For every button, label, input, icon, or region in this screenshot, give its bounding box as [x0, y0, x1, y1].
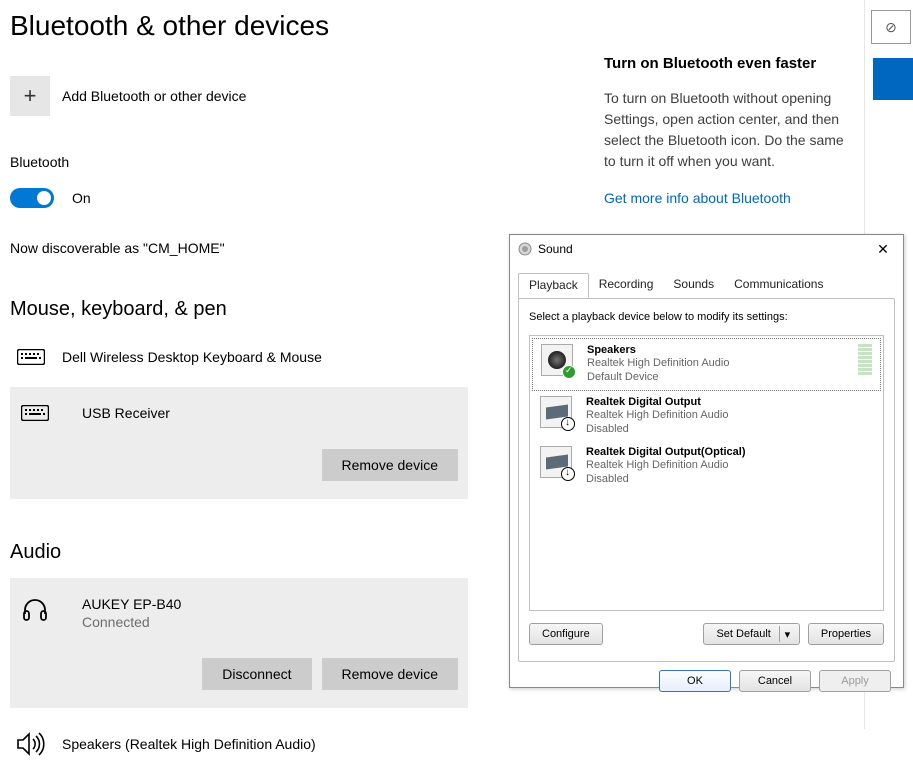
usb-receiver-card[interactable]: USB Receiver Remove device — [10, 387, 468, 499]
close-icon: ✕ — [877, 241, 889, 257]
pb-sub1: Realtek High Definition Audio — [586, 408, 728, 422]
remove-device-button[interactable]: Remove device — [322, 658, 459, 690]
toggle-label: On — [72, 190, 91, 206]
configure-button[interactable]: Configure — [529, 623, 603, 645]
device-name: Dell Wireless Desktop Keyboard & Mouse — [62, 349, 322, 365]
dialog-titlebar[interactable]: Sound ✕ — [510, 235, 903, 263]
keyboard-icon — [16, 349, 46, 365]
add-device-button[interactable]: + — [10, 76, 50, 116]
tab-playback[interactable]: Playback — [518, 273, 589, 298]
pane-prompt: Select a playback device below to modify… — [529, 311, 884, 323]
default-check-icon — [562, 365, 576, 379]
disconnect-button[interactable]: Disconnect — [202, 658, 311, 690]
device-status: Connected — [82, 614, 181, 630]
search-fragment[interactable]: ⊘ — [871, 10, 911, 44]
dialog-title: Sound — [538, 242, 573, 256]
device-name: Speakers (Realtek High Definition Audio) — [62, 736, 316, 752]
close-button[interactable]: ✕ — [871, 241, 895, 258]
pb-name: Realtek Digital Output(Optical) — [586, 446, 746, 458]
aukey-card[interactable]: AUKEY EP-B40 Connected Disconnect Remove… — [10, 578, 468, 708]
playback-item-optical[interactable]: Realtek Digital Output(Optical) Realtek … — [532, 441, 881, 492]
digital-output-icon — [540, 396, 572, 428]
tab-communications[interactable]: Communications — [724, 273, 833, 298]
tab-recording[interactable]: Recording — [589, 273, 664, 298]
pb-sub2: Default Device — [587, 370, 729, 384]
playback-item-digital[interactable]: Realtek Digital Output Realtek High Defi… — [532, 391, 881, 442]
level-meter-icon — [858, 344, 876, 375]
playback-item-speakers[interactable]: Speakers Realtek High Definition Audio D… — [532, 338, 881, 391]
headphones-icon — [20, 596, 50, 624]
plus-icon: + — [24, 83, 37, 109]
device-name: USB Receiver — [82, 405, 170, 421]
pb-name: Realtek Digital Output — [586, 396, 728, 408]
set-default-button[interactable]: Set Default ▾ — [703, 623, 799, 645]
set-default-label: Set Default — [716, 628, 770, 640]
keyboard-icon — [20, 405, 50, 421]
pb-sub1: Realtek High Definition Audio — [587, 356, 729, 370]
speaker-device-icon — [541, 344, 573, 376]
device-name: AUKEY EP-B40 — [82, 596, 181, 612]
pb-sub1: Realtek High Definition Audio — [586, 458, 746, 472]
tips-body: To turn on Bluetooth without opening Set… — [604, 88, 844, 172]
bluetooth-toggle[interactable] — [10, 188, 54, 208]
down-arrow-icon — [561, 467, 575, 481]
tips-title: Turn on Bluetooth even faster — [604, 55, 844, 72]
sound-icon — [518, 242, 532, 256]
digital-output-icon — [540, 446, 572, 478]
tab-sounds[interactable]: Sounds — [663, 273, 724, 298]
page-title: Bluetooth & other devices — [10, 10, 865, 42]
remove-device-button[interactable]: Remove device — [322, 449, 459, 481]
cancel-button[interactable]: Cancel — [739, 670, 811, 692]
pb-name: Speakers — [587, 344, 729, 356]
sound-dialog: Sound ✕ Playback Recording Sounds Commun… — [509, 234, 904, 688]
blue-fragment[interactable] — [873, 58, 913, 100]
pb-sub2: Disabled — [586, 422, 728, 436]
add-device-label: Add Bluetooth or other device — [62, 88, 246, 104]
speaker-icon — [16, 731, 46, 757]
ok-button[interactable]: OK — [659, 670, 731, 692]
tips-link[interactable]: Get more info about Bluetooth — [604, 190, 844, 206]
playback-device-list[interactable]: Speakers Realtek High Definition Audio D… — [529, 335, 884, 611]
device-row-speakers[interactable]: Speakers (Realtek High Definition Audio) — [10, 724, 865, 764]
down-arrow-icon — [561, 417, 575, 431]
properties-button[interactable]: Properties — [808, 623, 884, 645]
pb-sub2: Disabled — [586, 472, 746, 486]
apply-button[interactable]: Apply — [819, 670, 891, 692]
chevron-down-icon: ▾ — [779, 626, 795, 642]
